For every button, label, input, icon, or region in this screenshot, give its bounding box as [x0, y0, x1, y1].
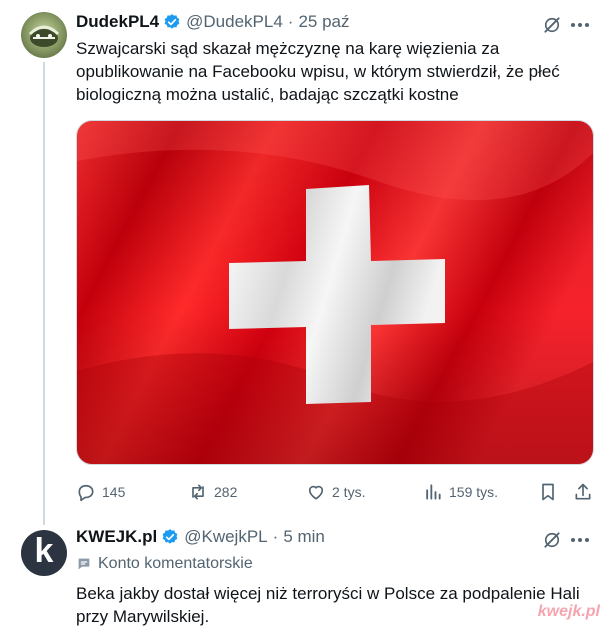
timestamp[interactable]: 5 min [283, 527, 325, 547]
author-name[interactable]: DudekPL4 [76, 12, 159, 32]
bookmark-icon [542, 483, 554, 501]
timestamp[interactable]: 25 paź [298, 12, 349, 32]
tweet-text: Beka jakby dostał więcej niż terroryści … [76, 584, 580, 626]
avatar[interactable]: k [21, 530, 67, 576]
author-handle[interactable]: @DudekPL4 [186, 12, 283, 32]
reply-icon [78, 484, 94, 502]
account-badge[interactable]: Konto komentatorskie [76, 555, 253, 573]
tweet-text: Szwajcarski sąd skazał mężczyznę na karę… [76, 39, 560, 104]
more-icon[interactable] [570, 15, 590, 35]
reply-count: 145 [102, 484, 126, 500]
tweet-header: KWEJK.pl @KwejkPL · 5 min [76, 527, 325, 547]
like-icon [308, 485, 324, 500]
avatar-letter: k [34, 532, 54, 570]
reply-button[interactable]: 145 [76, 481, 125, 503]
share-icon [575, 483, 591, 500]
views-button[interactable]: 159 tys. [423, 481, 498, 503]
watermark: kwejk.pl [537, 603, 600, 620]
author-handle[interactable]: @KwejkPL [184, 527, 267, 547]
thread-line [43, 62, 45, 525]
views-count: 159 tys. [449, 484, 499, 500]
separator-dot: · [272, 527, 279, 546]
tweet-image-swiss-flag[interactable] [76, 120, 594, 465]
more-icon[interactable] [570, 530, 590, 550]
grok-icon[interactable] [542, 530, 562, 550]
author-name[interactable]: KWEJK.pl [76, 527, 157, 547]
community-notes-icon [78, 558, 90, 570]
bookmark-button[interactable] [538, 481, 564, 503]
grok-icon[interactable] [542, 15, 562, 35]
repost-icon [192, 484, 204, 500]
share-button[interactable] [573, 481, 599, 503]
tweet-main[interactable]: DudekPL4 @DudekPL4 · 25 paź Szwajcarski … [0, 0, 610, 525]
repost-button[interactable]: 282 [188, 481, 237, 503]
separator-dot: · [287, 12, 294, 31]
verified-icon [162, 529, 178, 544]
badge-label: Konto komentatorskie [98, 555, 253, 572]
tweet-actions: 145 282 2 tys. 159 tys. [76, 481, 596, 503]
verified-icon [164, 14, 180, 29]
repost-count: 282 [214, 484, 238, 500]
tweet-header: DudekPL4 @DudekPL4 · 25 paź [76, 12, 350, 32]
views-icon [426, 484, 441, 500]
like-button[interactable]: 2 tys. [306, 481, 365, 503]
like-count: 2 tys. [332, 484, 366, 500]
avatar[interactable] [21, 12, 67, 58]
